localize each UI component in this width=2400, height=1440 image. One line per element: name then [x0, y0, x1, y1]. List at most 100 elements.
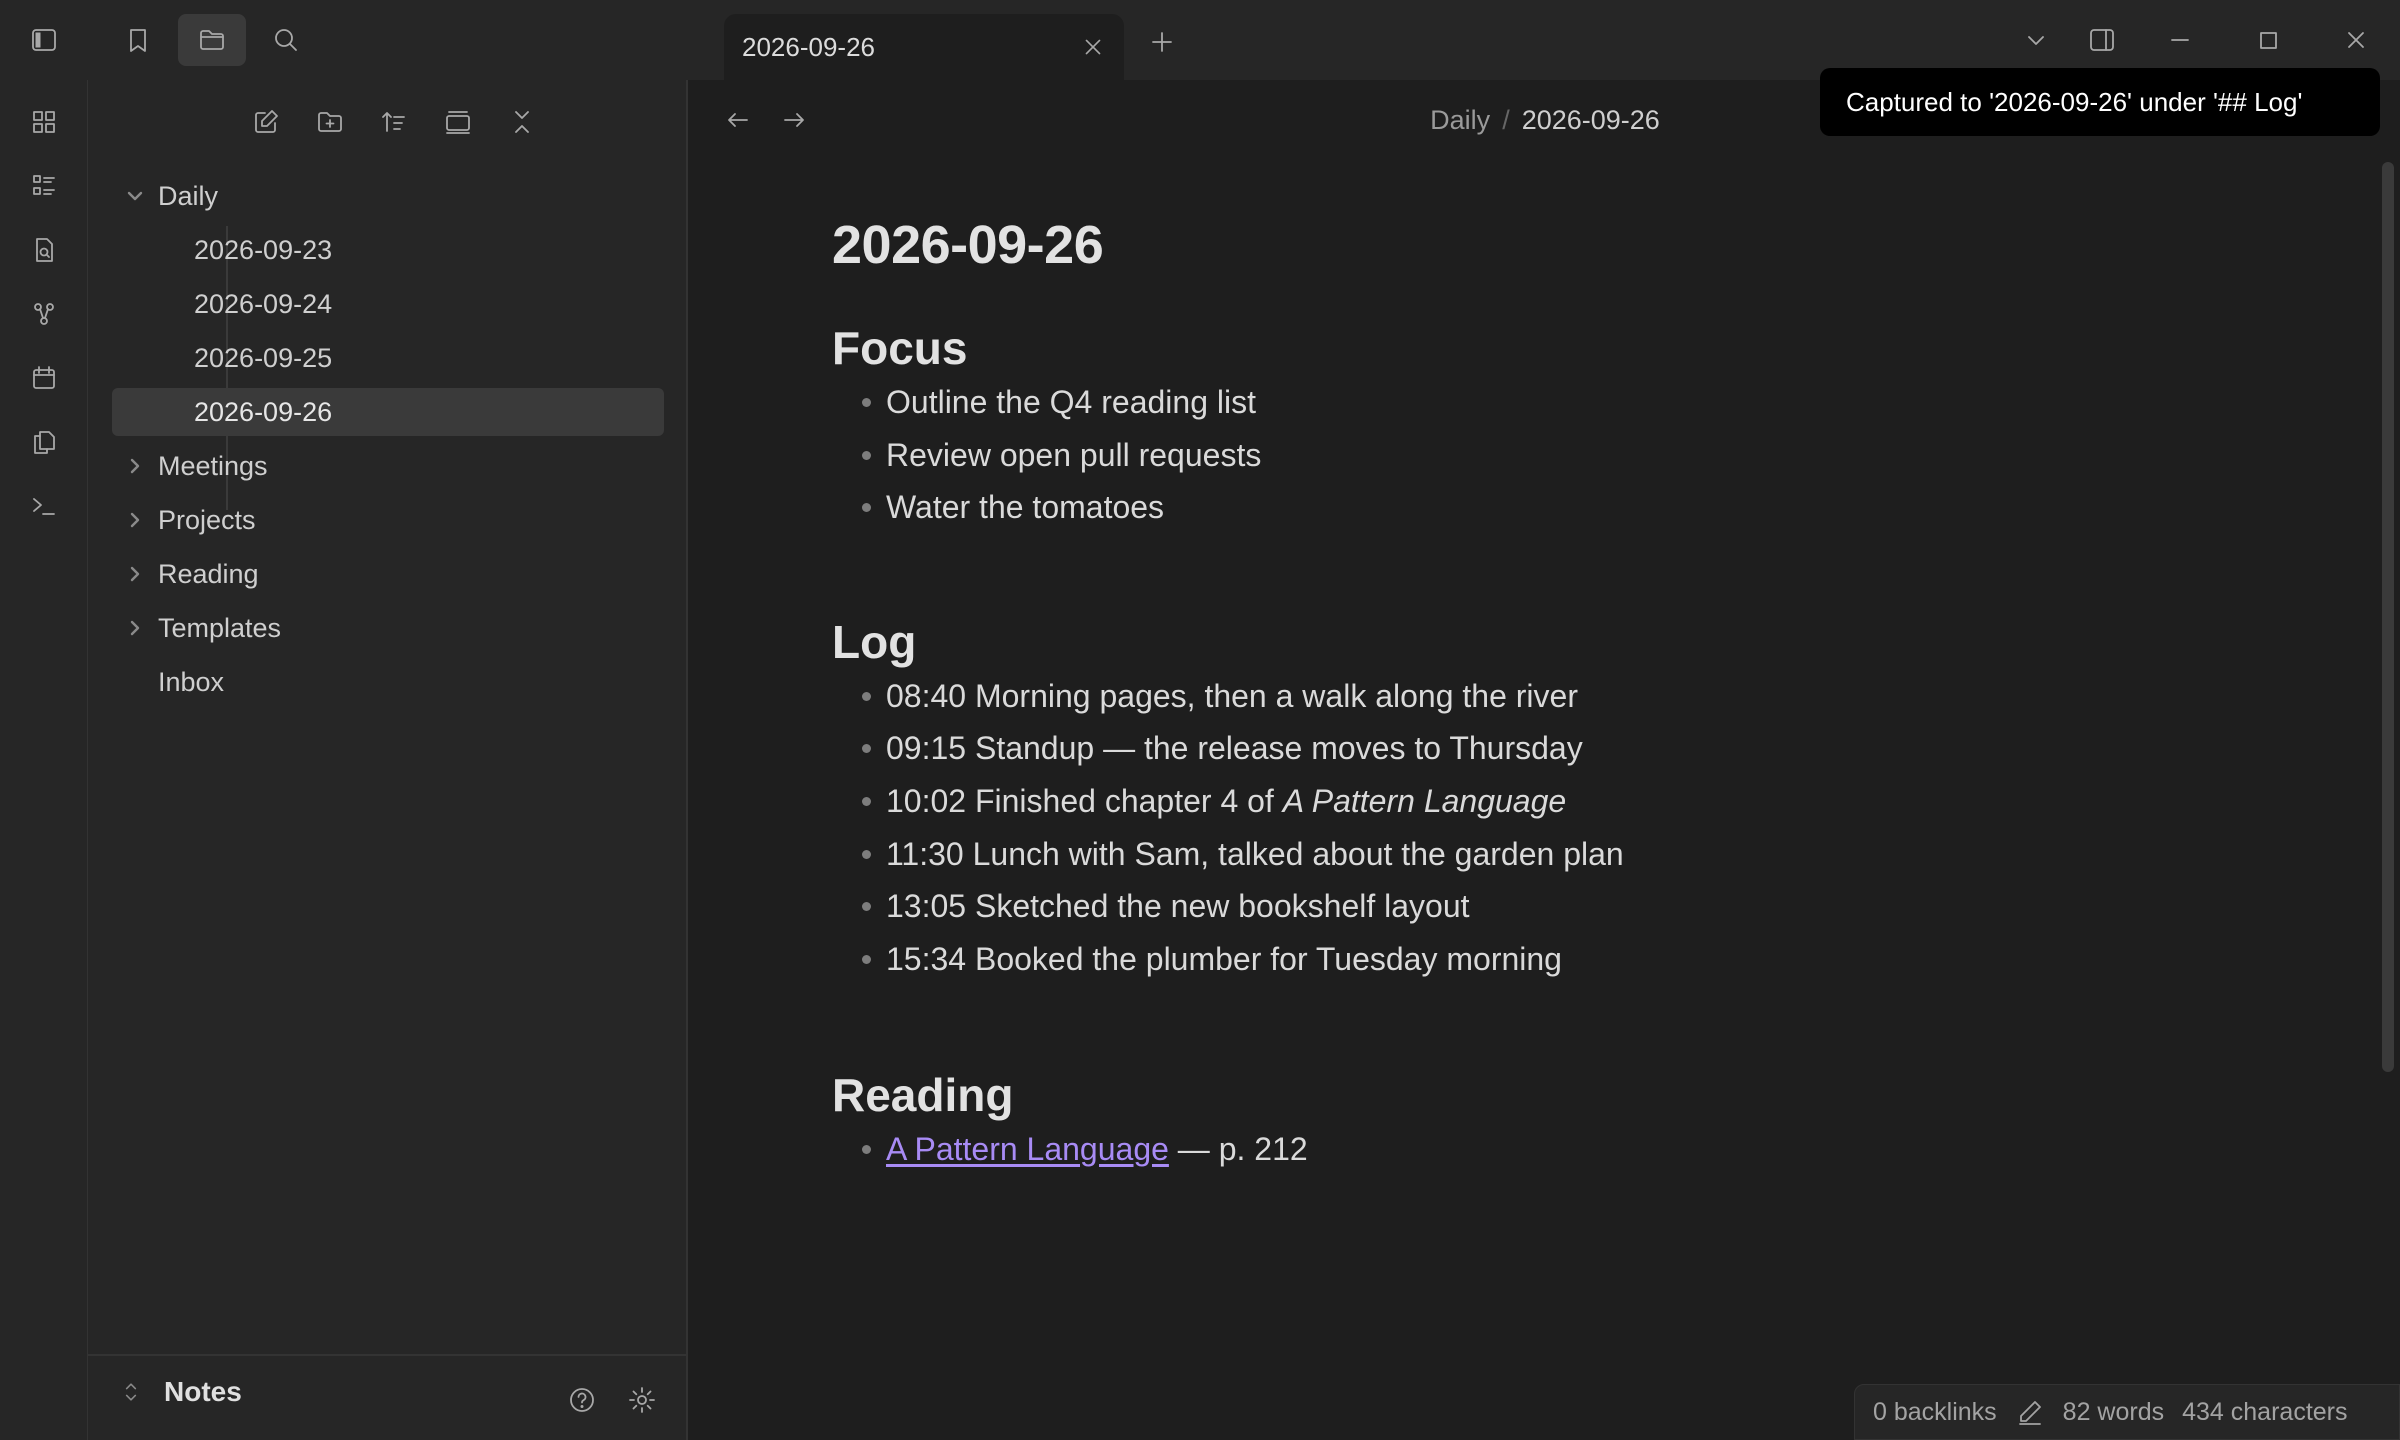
toggle-left-sidebar-button[interactable]	[10, 14, 78, 66]
file-label: Inbox	[158, 666, 225, 697]
folder-label: Templates	[158, 612, 282, 643]
calendar-icon	[29, 363, 59, 393]
close-tab-button[interactable]	[1076, 30, 1110, 64]
backlinks-count[interactable]: 0 backlinks	[1873, 1398, 1997, 1427]
graph-icon	[29, 299, 59, 329]
note-title[interactable]: 2026-09-26	[832, 210, 2232, 280]
maximize-button[interactable]	[2238, 14, 2298, 66]
chevron-right-icon	[112, 509, 158, 531]
ribbon-command-palette-button[interactable]	[20, 482, 68, 530]
list-item[interactable]: 09:15 Standup — the release moves to Thu…	[832, 722, 2232, 775]
file-2026-09-23[interactable]: 2026-09-23	[112, 226, 662, 274]
folder-plus-icon	[315, 107, 345, 137]
maximize-icon	[2253, 25, 2283, 55]
auto-reveal-button[interactable]	[434, 100, 482, 144]
ribbon-calendar-button[interactable]	[20, 354, 68, 402]
file-label: 2026-09-25	[194, 342, 333, 373]
close-window-button[interactable]	[2326, 14, 2386, 66]
minimize-button[interactable]	[2150, 14, 2210, 66]
plus-icon	[1147, 27, 1177, 57]
new-folder-button[interactable]	[306, 100, 354, 144]
breadcrumb-folder[interactable]: Daily	[1430, 105, 1490, 135]
gear-icon	[627, 1385, 657, 1415]
list-item[interactable]: Water the tomatoes	[832, 481, 2232, 534]
new-tab-button[interactable]	[1140, 20, 1184, 64]
folder-meetings[interactable]: Meetings	[112, 442, 662, 490]
file-inbox[interactable]: Inbox	[112, 658, 662, 706]
file-2026-09-26[interactable]: 2026-09-26	[112, 388, 664, 436]
file-2026-09-24[interactable]: 2026-09-24	[112, 280, 662, 328]
file-label: 2026-09-24	[194, 288, 333, 319]
list-item[interactable]: A Pattern Language — p. 212	[832, 1123, 2232, 1176]
folder-daily[interactable]: Daily	[112, 172, 662, 220]
note-tab[interactable]: 2026-09-26	[724, 14, 1124, 80]
minimize-icon	[2165, 25, 2195, 55]
collapse-all-button[interactable]	[498, 100, 546, 144]
reading-list: A Pattern Language — p. 212	[832, 1123, 2232, 1176]
breadcrumb-separator: /	[1502, 105, 1510, 135]
bookmarks-tab-button[interactable]	[104, 14, 172, 66]
search-tab-button[interactable]	[252, 14, 320, 66]
sort-icon	[379, 107, 409, 137]
internal-link[interactable]: A Pattern Language	[886, 1131, 1169, 1167]
files-tab-button[interactable]	[178, 14, 246, 66]
folder-label: Meetings	[158, 450, 268, 481]
list-item[interactable]: Outline the Q4 reading list	[832, 376, 2232, 429]
list-icon	[29, 171, 59, 201]
pencil-icon[interactable]	[2015, 1397, 2045, 1427]
sort-button[interactable]	[370, 100, 418, 144]
reading-heading: Reading	[832, 1069, 1014, 1122]
settings-button[interactable]	[620, 1378, 664, 1422]
reading-section: Reading A Pattern Language — p. 212	[832, 1067, 2232, 1176]
chevron-updown-icon	[118, 1379, 144, 1405]
sidebar-left-icon	[29, 25, 59, 55]
file-label: 2026-09-26	[194, 396, 333, 427]
close-icon	[2341, 25, 2371, 55]
help-icon	[567, 1385, 597, 1415]
folder-projects[interactable]: Projects	[112, 496, 662, 544]
folder-reading[interactable]: Reading	[112, 550, 662, 598]
list-item[interactable]: 08:40 Morning pages, then a walk along t…	[832, 670, 2232, 723]
list-item[interactable]: 15:34 Booked the plumber for Tuesday mor…	[832, 933, 2232, 986]
file-search-icon	[29, 235, 59, 265]
list-item[interactable]: Review open pull requests	[832, 429, 2232, 482]
list-item[interactable]: 13:05 Sketched the new bookshelf layout	[832, 880, 2232, 933]
ribbon-templates-button[interactable]	[20, 418, 68, 466]
file-label: 2026-09-23	[194, 234, 333, 265]
list-item-text: 10:02 Finished chapter 4 of	[886, 782, 1283, 819]
notice-toast[interactable]: Captured to '2026-09-26' under '## Log'	[1820, 68, 2380, 136]
help-button[interactable]	[560, 1378, 604, 1422]
ribbon-bases-button[interactable]	[20, 162, 68, 210]
ribbon-search-file-button[interactable]	[20, 226, 68, 274]
focus-list: Outline the Q4 reading list Review open …	[832, 376, 2232, 534]
list-item[interactable]: 11:30 Lunch with Sam, talked about the g…	[832, 828, 2232, 881]
note-content[interactable]: 2026-09-26 Focus Outline the Q4 reading …	[832, 210, 2232, 1256]
scrollbar[interactable]	[2382, 162, 2394, 1072]
tab-title: 2026-09-26	[742, 32, 875, 62]
word-count: 82 words	[2062, 1397, 2165, 1426]
sidebar-right-icon	[2087, 25, 2117, 55]
search-icon	[271, 25, 301, 55]
new-note-button[interactable]	[242, 100, 290, 144]
list-item[interactable]: 10:02 Finished chapter 4 of A Pattern La…	[832, 775, 2232, 828]
editor-pane: Daily / 2026-09-26 2026-09-26 Focus Outlin…	[690, 80, 2400, 1440]
file-2026-09-25[interactable]: 2026-09-25	[112, 334, 662, 382]
book-title-italic: A Pattern Language	[1282, 782, 1567, 819]
ribbon	[0, 80, 88, 1440]
toggle-right-sidebar-button[interactable]	[2072, 14, 2132, 66]
ribbon-graph-button[interactable]	[20, 290, 68, 338]
reveal-icon	[443, 107, 473, 137]
breadcrumb-file[interactable]: 2026-09-26	[1522, 105, 1660, 135]
chevron-right-icon	[112, 617, 158, 639]
vault-bar: Notes	[88, 1354, 686, 1440]
character-count: 434 characters	[2182, 1397, 2348, 1426]
collapse-icon	[507, 107, 537, 137]
status-bar: 0 backlinks 82 words 434 characters	[1854, 1384, 2400, 1440]
tab-list-button[interactable]	[2006, 14, 2066, 66]
focus-section: Focus Outline the Q4 reading list Review…	[832, 320, 2232, 534]
folder-label: Projects	[158, 504, 256, 535]
vault-switcher[interactable]: Notes	[118, 1376, 242, 1408]
folder-templates[interactable]: Templates	[112, 604, 662, 652]
bookmark-icon	[123, 25, 153, 55]
ribbon-canvas-button[interactable]	[20, 98, 68, 146]
